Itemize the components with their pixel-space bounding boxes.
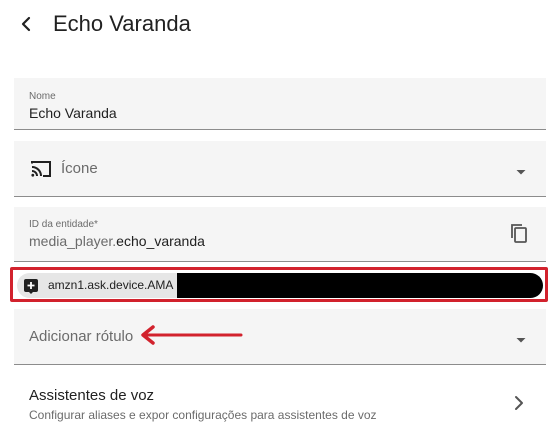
voice-assistants-title: Assistentes de voz [29,387,155,404]
alias-tag-icon [24,279,38,294]
dropdown-arrow-icon[interactable] [514,333,528,347]
back-arrow-icon[interactable] [14,12,38,36]
icon-picker-placeholder: Ícone [61,160,98,177]
alias-chip[interactable]: amzn1.ask.device.AMA [17,273,543,298]
entity-id-value[interactable]: media_player.echo_varanda [29,233,205,249]
chevron-right-icon [515,396,523,410]
cast-icon [31,161,51,177]
voice-assistants-row[interactable]: Assistentes de voz Configurar aliases e … [14,370,546,436]
name-field-value[interactable]: Echo Varanda [29,105,117,121]
entity-id-field[interactable]: ID da entidade* media_player.echo_varand… [14,207,546,262]
labels-field[interactable]: Adicionar rótulo [14,309,546,365]
copy-icon[interactable] [508,222,530,244]
entity-id-prefix: media_player. [29,233,117,249]
annotation-arrow-icon [141,325,243,345]
page-header: Echo Varanda [0,0,559,50]
labels-placeholder: Adicionar rótulo [29,328,134,345]
dropdown-arrow-icon[interactable] [514,165,528,179]
entity-id-suffix[interactable]: echo_varanda [116,233,205,249]
redaction-bar [177,273,543,298]
page-title: Echo Varanda [53,11,191,36]
name-field[interactable]: Nome Echo Varanda [14,78,546,130]
name-field-label: Nome [29,91,56,102]
voice-assistants-subtitle: Configurar aliases e expor configurações… [29,408,377,422]
entity-id-label: ID da entidade* [29,219,98,230]
alias-chip-text: amzn1.ask.device.AMA [48,278,174,292]
icon-picker[interactable]: Ícone [14,141,546,197]
highlighted-alias-area: amzn1.ask.device.AMA [10,267,548,302]
